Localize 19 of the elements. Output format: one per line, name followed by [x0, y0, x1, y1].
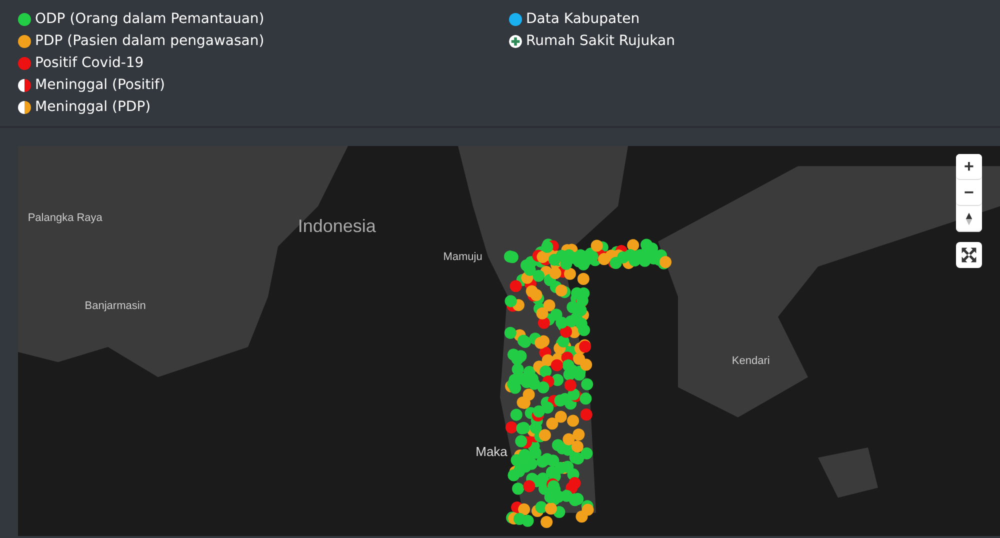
legend-label: Positif Covid-19	[35, 55, 144, 71]
place-label: Indonesia	[298, 216, 376, 238]
legend-label: Data Kabupaten	[526, 11, 640, 27]
place-label: Kendari	[732, 354, 770, 367]
place-label: Banjarmasin	[84, 300, 146, 312]
legend-label: Rumah Sakit Rujukan	[526, 33, 675, 49]
zoom-in-button[interactable]: +	[956, 154, 982, 180]
legend-label: Meninggal (PDP)	[35, 99, 151, 115]
legend-label: ODP (Orang dalam Pemantauan)	[35, 11, 264, 27]
plus-circle-icon	[509, 34, 522, 48]
place-label: Maka	[476, 444, 508, 460]
place-label: Mamuju	[443, 251, 482, 264]
place-label: Palangka Raya	[28, 212, 102, 224]
compass-icon	[965, 212, 973, 226]
map-view[interactable]: Palangka Raya Indonesia Mamuju Banjarmasin Kendari Maka + −	[18, 146, 1000, 536]
legend-label: PDP (Pasien dalam pengawasan)	[35, 33, 264, 49]
fullscreen-button[interactable]	[956, 242, 982, 268]
legend-label: Meninggal (Positif)	[35, 77, 165, 93]
fullscreen-icon	[960, 246, 978, 264]
